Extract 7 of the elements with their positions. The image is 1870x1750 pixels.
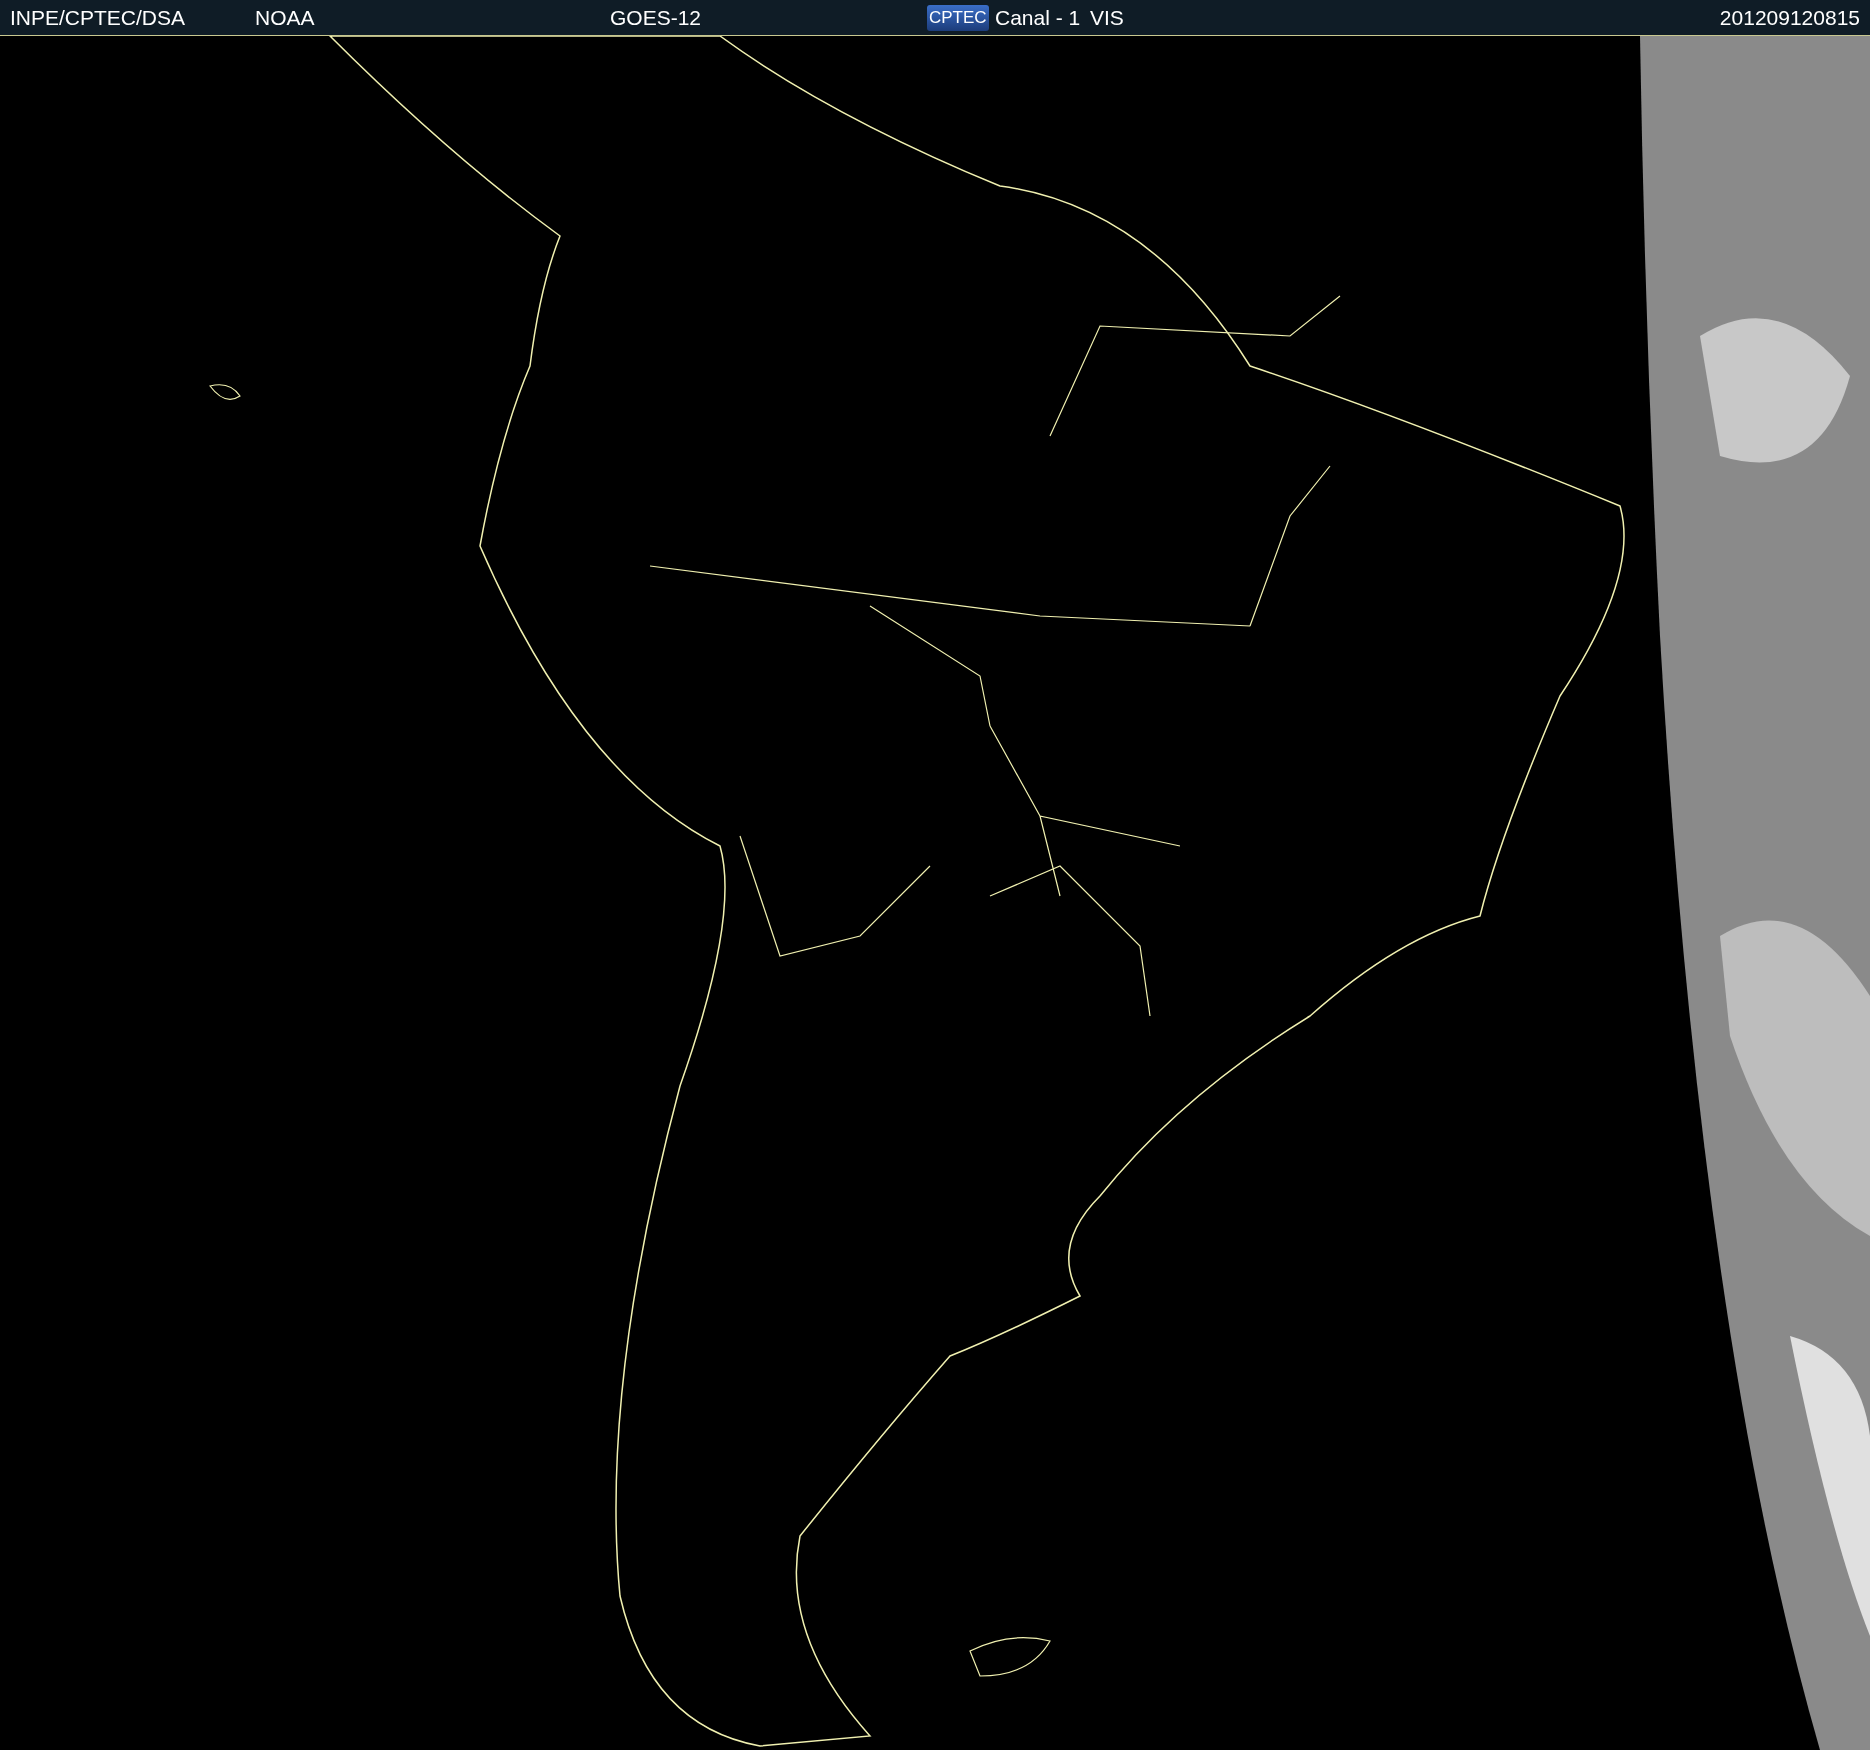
agency-label: NOAA: [255, 5, 315, 30]
logo: CPTEC: [927, 4, 989, 31]
channel-label: Canal - 1: [995, 5, 1081, 30]
source-label: INPE/CPTEC/DSA: [10, 5, 186, 30]
timestamp-label: 201209120815: [1719, 5, 1860, 30]
band-label: VIS: [1090, 5, 1124, 30]
satellite-label: GOES-12: [610, 5, 702, 30]
